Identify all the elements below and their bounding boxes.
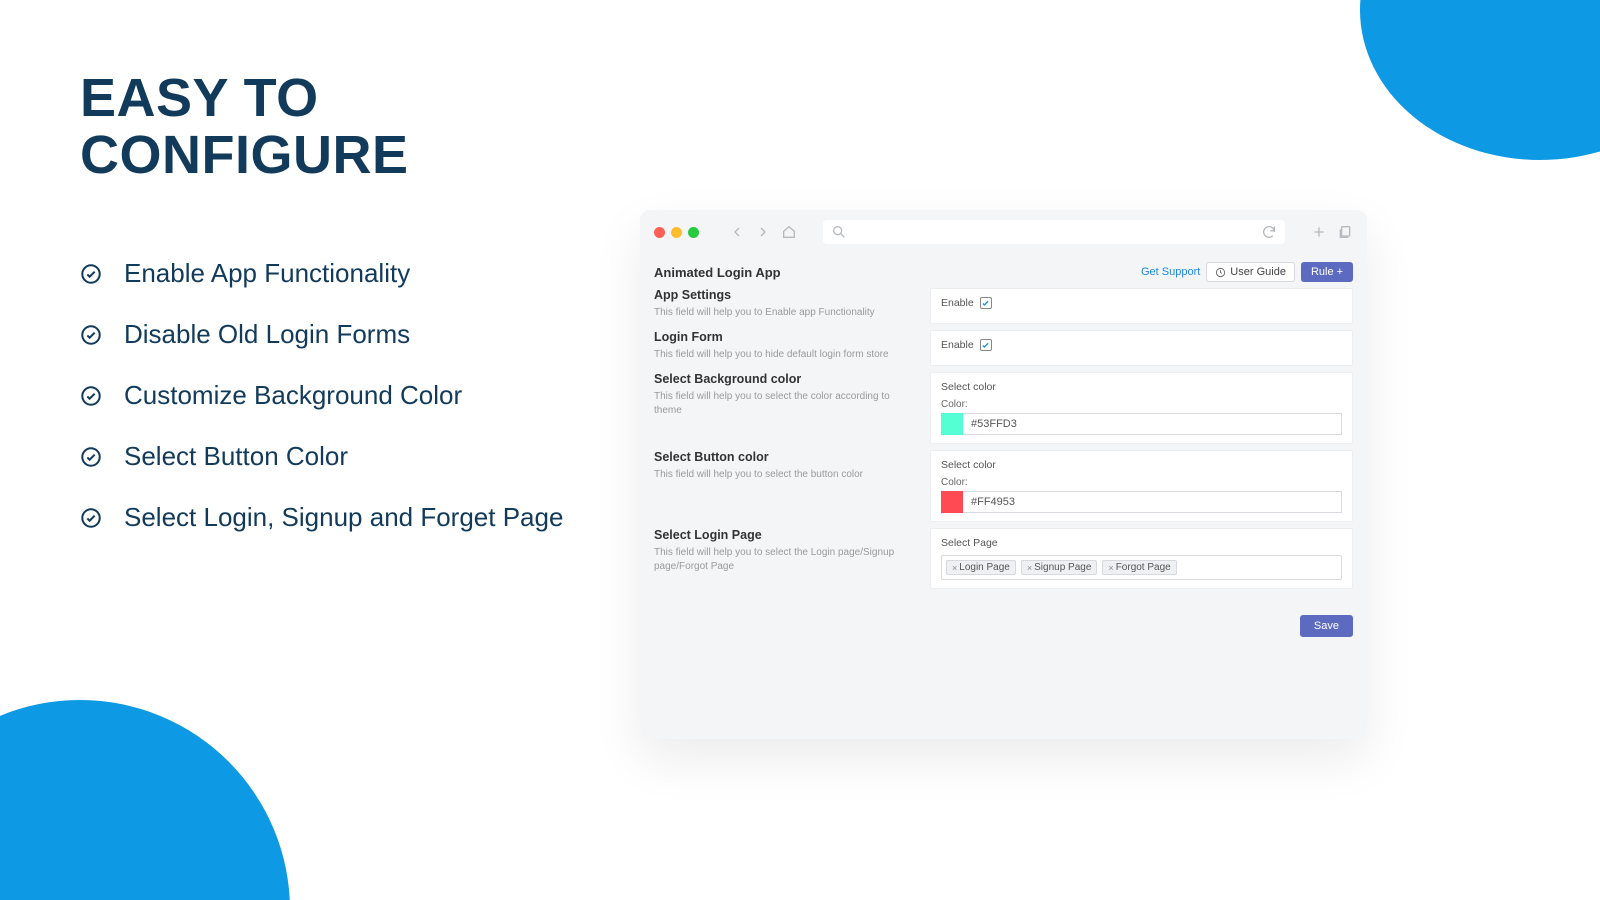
section-help: This field will help you to hide default… bbox=[654, 348, 916, 362]
feature-item: Select Button Color bbox=[80, 441, 640, 472]
section-title: Login Form bbox=[654, 330, 916, 344]
settings-body: App Settings This field will help you to… bbox=[640, 288, 1367, 607]
row-button-color: Select Button color This field will help… bbox=[654, 450, 1353, 522]
check-circle-icon bbox=[80, 263, 102, 285]
save-bar: Save bbox=[640, 615, 1367, 637]
feature-item: Disable Old Login Forms bbox=[80, 319, 640, 350]
tag-label: Forgot Page bbox=[1116, 562, 1171, 573]
user-guide-label: User Guide bbox=[1230, 266, 1286, 278]
row-login-form: Login Form This field will help you to h… bbox=[654, 330, 1353, 366]
row-login-page: Select Login Page This field will help y… bbox=[654, 528, 1353, 589]
marketing-column: EASY TO CONFIGURE Enable App Functionali… bbox=[80, 70, 640, 563]
enable-label: Enable bbox=[941, 339, 974, 351]
page-title: EASY TO CONFIGURE bbox=[80, 70, 640, 183]
section-help: This field will help you to select the c… bbox=[654, 390, 916, 418]
remove-tag-icon[interactable]: × bbox=[1108, 563, 1113, 573]
app-topbar: Animated Login App Get Support User Guid… bbox=[640, 254, 1367, 288]
window-controls bbox=[654, 227, 699, 238]
page-multiselect[interactable]: ×Login Page ×Signup Page ×Forgot Page bbox=[941, 555, 1342, 580]
bg-color-input[interactable]: #53FFD3 bbox=[963, 413, 1342, 435]
tag-login-page[interactable]: ×Login Page bbox=[946, 560, 1016, 575]
url-bar[interactable] bbox=[823, 220, 1285, 244]
rule-button[interactable]: Rule + bbox=[1301, 262, 1353, 282]
save-button[interactable]: Save bbox=[1300, 615, 1353, 637]
section-help: This field will help you to select the L… bbox=[654, 546, 916, 574]
section-title: Select Login Page bbox=[654, 528, 916, 542]
tag-signup-page[interactable]: ×Signup Page bbox=[1021, 560, 1098, 575]
section-help: This field will help you to Enable app F… bbox=[654, 306, 916, 320]
minimize-dot-icon[interactable] bbox=[671, 227, 682, 238]
row-app-settings: App Settings This field will help you to… bbox=[654, 288, 1353, 324]
btn-color-swatch[interactable] bbox=[941, 491, 963, 513]
enable-app-checkbox[interactable] bbox=[980, 297, 992, 309]
rule-label: Rule bbox=[1311, 266, 1334, 278]
user-guide-button[interactable]: User Guide bbox=[1206, 262, 1295, 282]
search-icon bbox=[831, 224, 847, 240]
btn-color-input[interactable]: #FF4953 bbox=[963, 491, 1342, 513]
tag-label: Login Page bbox=[959, 562, 1010, 573]
back-icon[interactable] bbox=[729, 224, 745, 240]
decorative-blob-top-right bbox=[1360, 0, 1600, 160]
row-background-color: Select Background color This field will … bbox=[654, 372, 1353, 444]
check-circle-icon bbox=[80, 446, 102, 468]
close-dot-icon[interactable] bbox=[654, 227, 665, 238]
color-sublabel: Color: bbox=[941, 399, 1342, 410]
section-help: This field will help you to select the b… bbox=[654, 468, 916, 482]
tag-label: Signup Page bbox=[1034, 562, 1091, 573]
bg-color-swatch[interactable] bbox=[941, 413, 963, 435]
feature-label: Enable App Functionality bbox=[124, 258, 410, 289]
section-title: App Settings bbox=[654, 288, 916, 302]
feature-item: Select Login, Signup and Forget Page bbox=[80, 502, 640, 533]
check-circle-icon bbox=[80, 507, 102, 529]
enable-label: Enable bbox=[941, 297, 974, 309]
plus-small-icon: + bbox=[1337, 266, 1343, 278]
app-title: Animated Login App bbox=[654, 265, 781, 280]
panel-label: Select color bbox=[941, 381, 996, 393]
feature-item: Enable App Functionality bbox=[80, 258, 640, 289]
remove-tag-icon[interactable]: × bbox=[1027, 563, 1032, 573]
feature-label: Disable Old Login Forms bbox=[124, 319, 410, 350]
feature-list: Enable App Functionality Disable Old Log… bbox=[80, 258, 640, 533]
browser-chrome bbox=[640, 210, 1367, 254]
decorative-blob-bottom-left bbox=[0, 700, 290, 900]
app-window: Animated Login App Get Support User Guid… bbox=[640, 210, 1367, 739]
feature-label: Customize Background Color bbox=[124, 380, 462, 411]
section-title: Select Background color bbox=[654, 372, 916, 386]
feature-item: Customize Background Color bbox=[80, 380, 640, 411]
clock-icon bbox=[1215, 267, 1226, 278]
remove-tag-icon[interactable]: × bbox=[952, 563, 957, 573]
tag-forgot-page[interactable]: ×Forgot Page bbox=[1102, 560, 1176, 575]
home-icon[interactable] bbox=[781, 224, 797, 240]
plus-icon[interactable] bbox=[1311, 224, 1327, 240]
reload-icon[interactable] bbox=[1261, 224, 1277, 240]
check-circle-icon bbox=[80, 324, 102, 346]
color-sublabel: Color: bbox=[941, 477, 1342, 488]
feature-label: Select Button Color bbox=[124, 441, 348, 472]
forward-icon[interactable] bbox=[755, 224, 771, 240]
check-circle-icon bbox=[80, 385, 102, 407]
tabs-icon[interactable] bbox=[1337, 224, 1353, 240]
enable-loginform-checkbox[interactable] bbox=[980, 339, 992, 351]
get-support-link[interactable]: Get Support bbox=[1141, 266, 1200, 278]
feature-label: Select Login, Signup and Forget Page bbox=[124, 502, 563, 533]
panel-label: Select color bbox=[941, 459, 996, 471]
panel-label: Select Page bbox=[941, 537, 998, 549]
section-title: Select Button color bbox=[654, 450, 916, 464]
maximize-dot-icon[interactable] bbox=[688, 227, 699, 238]
